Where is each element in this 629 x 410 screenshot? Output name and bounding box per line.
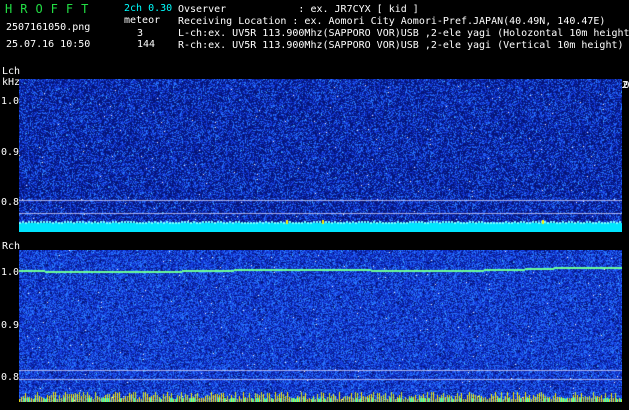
- lch-unit-label: kHz: [2, 77, 21, 88]
- meteor-count-rch: 144: [137, 39, 156, 50]
- meteor-count-lch: 3: [137, 28, 144, 39]
- lch-spectrogram: [19, 79, 622, 232]
- rch-spectrogram: [19, 250, 622, 402]
- app-title: HROFFT: [5, 2, 97, 16]
- datetime: 25.07.16 10:50: [6, 39, 91, 50]
- lch-axis-label: Lch: [2, 66, 21, 77]
- lch-info: L-ch:ex. UV5R 113.900Mhz(SAPPORO VOR)USB…: [178, 28, 629, 39]
- freq-tick-label: 0.8: [1, 372, 20, 383]
- rch-info: R-ch:ex. UV5R 113.900Mhz(SAPPORO VOR)USB…: [178, 40, 624, 51]
- freq-tick-label: 1.0: [1, 267, 20, 278]
- freq-tick-label: 0.9: [1, 147, 20, 158]
- freq-tick-label: 0.9: [1, 320, 20, 331]
- freq-tick-label: 0.8: [1, 197, 20, 208]
- observer-info: Ovserver : ex. JR7CYX [ kid ]: [178, 4, 419, 15]
- location-info: Receiving Location : ex. Aomori City Aom…: [178, 16, 606, 27]
- mode-label: 2ch 0.30: [124, 3, 173, 14]
- time-tick-label: 2: [622, 80, 629, 91]
- freq-tick-label: 1.0: [1, 96, 20, 107]
- meteor-label: meteor: [124, 15, 161, 26]
- rch-axis-label: Rch: [2, 241, 21, 252]
- filename: 2507161050.png: [6, 22, 91, 33]
